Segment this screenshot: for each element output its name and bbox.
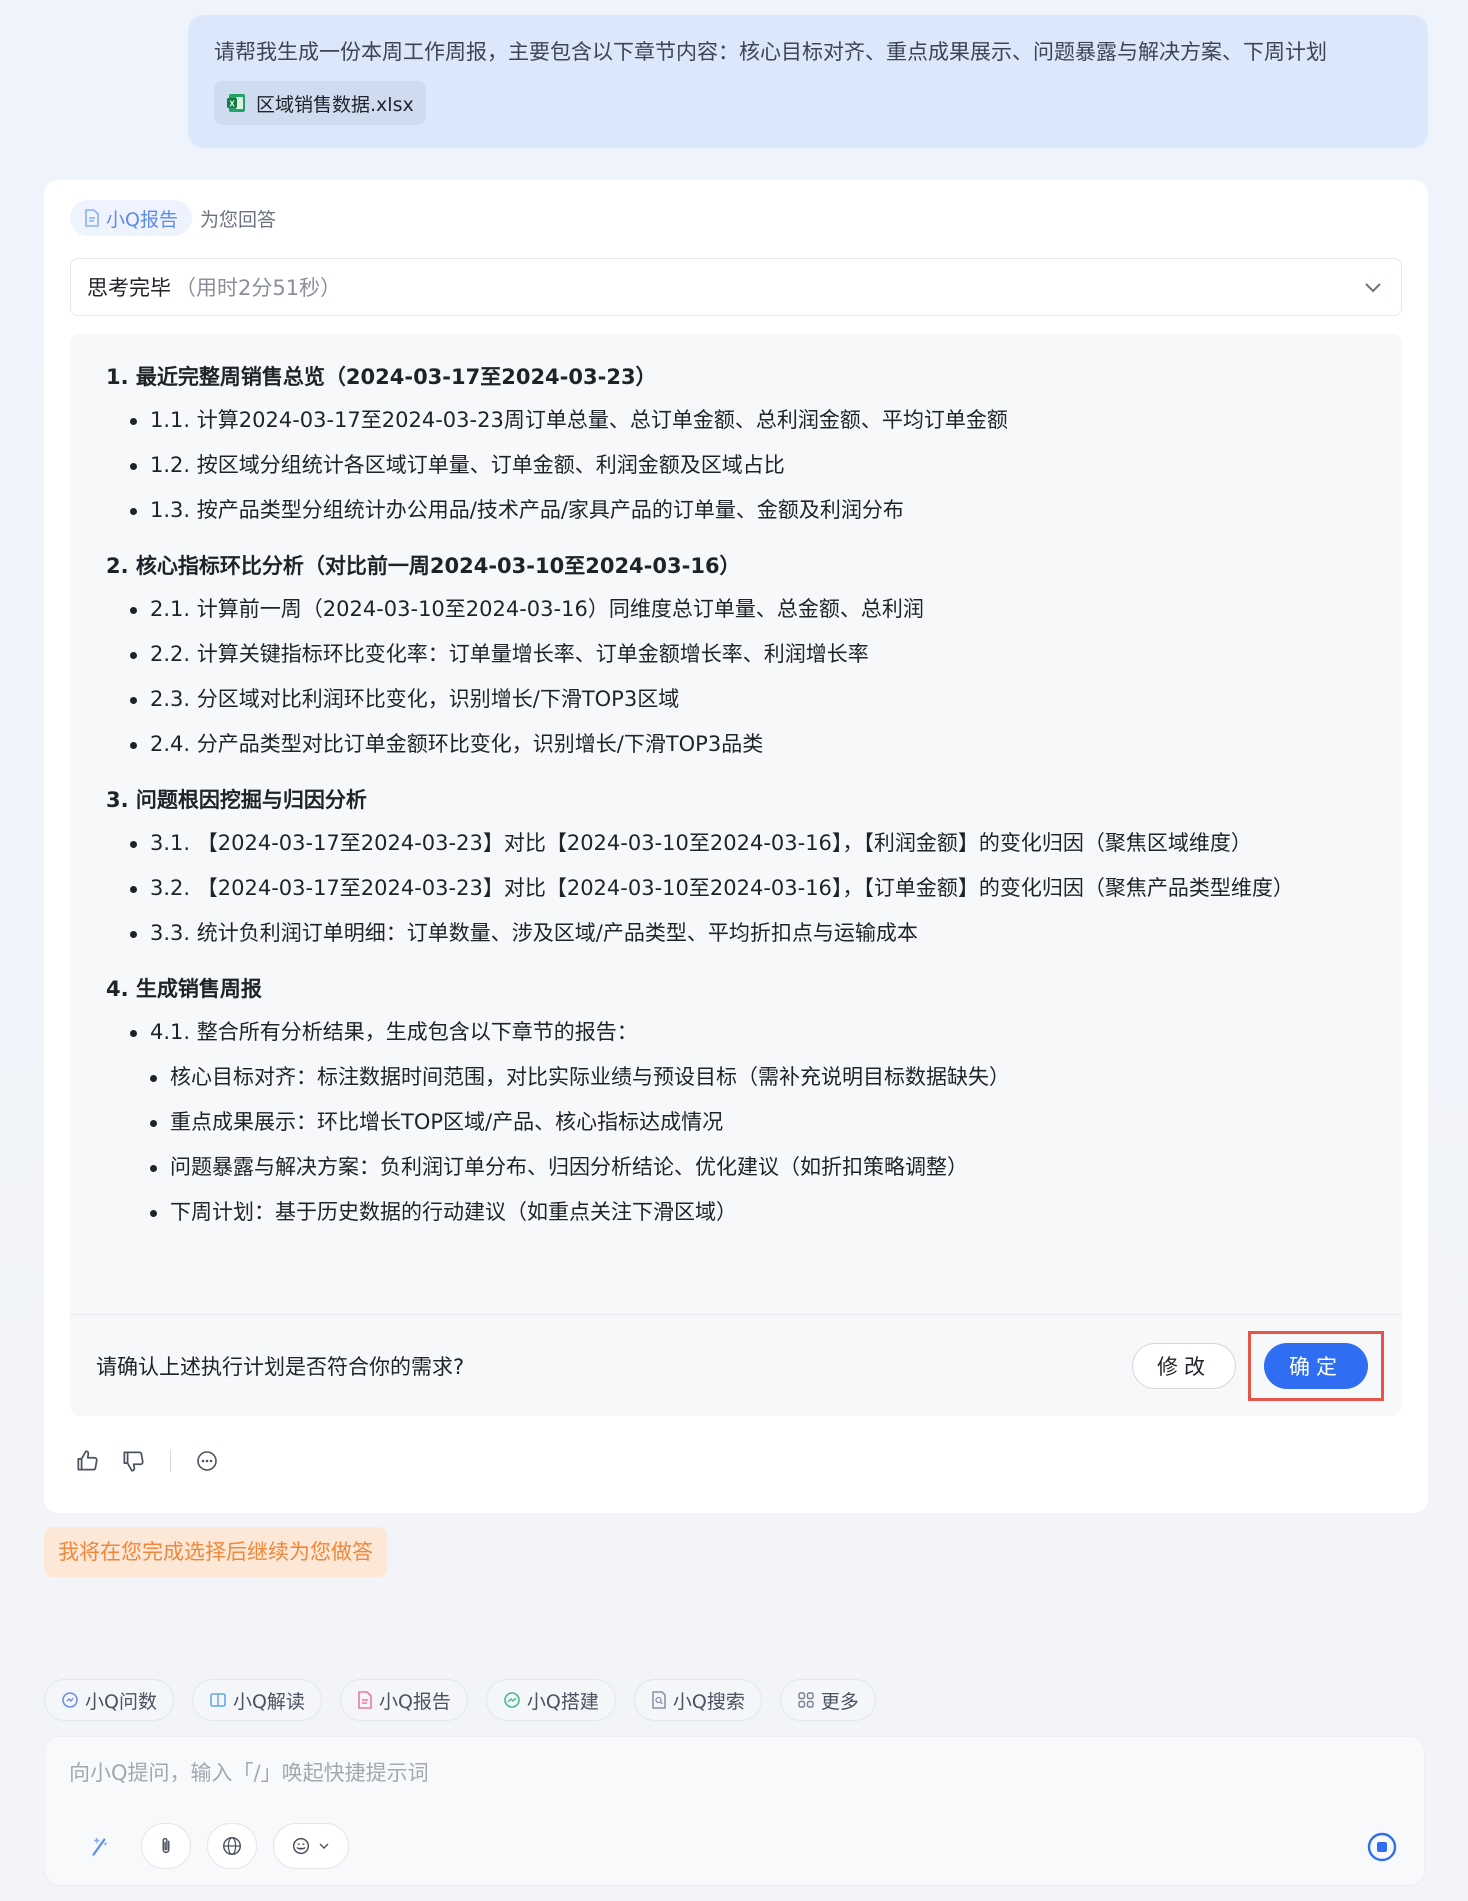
plan-section-title: 3. 问题根因挖掘与归因分析 — [106, 788, 367, 812]
tool-label: 小Q问数 — [85, 1690, 157, 1713]
plan-item: 4.1. 整合所有分析结果，生成包含以下章节的报告： — [106, 1010, 1372, 1055]
execution-plan: 1. 最近完整周销售总览（2024-03-17至2024-03-23） 1.1.… — [70, 334, 1402, 1416]
magic-wand-icon — [87, 1833, 113, 1859]
feedback-row — [74, 1448, 219, 1474]
thumbs-up-icon[interactable] — [74, 1448, 100, 1474]
tool-more[interactable]: 更多 — [779, 1679, 876, 1721]
tool-label: 更多 — [820, 1690, 859, 1713]
plan-section-title: 4. 生成销售周报 — [106, 977, 262, 1001]
thinking-toggle[interactable]: 思考完毕 （用时2分51秒） — [70, 258, 1402, 316]
chat-input-box — [44, 1736, 1425, 1886]
book-icon — [209, 1691, 227, 1709]
confirm-bar: 请确认上述执行计划是否符合你的需求? 修改 确定 — [70, 1314, 1402, 1416]
agent-tool-row: 小Q问数 小Q解读 小Q报告 小Q搭建 小Q搜索 更多 — [44, 1679, 876, 1721]
tool-xiaoq-wenshu[interactable]: 小Q问数 — [44, 1679, 174, 1721]
plan-item: 3.2. 【2024-03-17至2024-03-23】对比【2024-03-1… — [106, 866, 1372, 911]
chat-input[interactable] — [69, 1755, 1369, 1791]
search-doc-icon — [651, 1691, 667, 1709]
plan-item: 3.3. 统计负利润订单明细：订单数量、涉及区域/产品类型、平均折扣点与运输成本 — [106, 911, 1372, 956]
chevron-down-icon — [1361, 275, 1385, 299]
attachment-name: 区域销售数据.xlsx — [256, 93, 414, 116]
more-options-icon[interactable] — [195, 1449, 219, 1473]
plan-section-title: 2. 核心指标环比分析（对比前一周2024-03-10至2024-03-16） — [106, 554, 741, 578]
input-toolbar — [75, 1823, 349, 1869]
paperclip-icon — [155, 1835, 177, 1857]
stop-icon — [1366, 1831, 1398, 1863]
plan-item: 3.1. 【2024-03-17至2024-03-23】对比【2024-03-1… — [106, 821, 1372, 866]
magic-prompt-button[interactable] — [75, 1823, 125, 1869]
plan-section-title: 1. 最近完整周销售总览（2024-03-17至2024-03-23） — [106, 365, 657, 389]
answer-card: 小Q报告 为您回答 思考完毕 （用时2分51秒） 1. 最近完整周销售总览（20… — [44, 180, 1428, 1513]
plan-item: 1.3. 按产品类型分组统计办公用品/技术产品/家具产品的订单量、金额及利润分布 — [106, 488, 1372, 533]
thinking-status: 思考完毕 — [87, 276, 171, 300]
plan-sub-item: 问题暴露与解决方案：负利润订单分布、归因分析结论、优化建议（如折扣策略调整） — [106, 1145, 1372, 1190]
chat-data-icon — [61, 1691, 79, 1709]
user-message-text: 请帮我生成一份本周工作周报，主要包含以下章节内容：核心目标对齐、重点成果展示、问… — [214, 40, 1327, 64]
plan-content: 1. 最近完整周销售总览（2024-03-17至2024-03-23） 1.1.… — [106, 356, 1372, 1235]
attachment-chip[interactable]: X 区域销售数据.xlsx — [214, 81, 426, 125]
model-icon — [290, 1835, 312, 1857]
plan-item: 2.4. 分产品类型对比订单金额环比变化，识别增长/下滑TOP3品类 — [106, 722, 1372, 767]
plan-item: 2.2. 计算关键指标环比变化率：订单量增长率、订单金额增长率、利润增长率 — [106, 632, 1372, 677]
confirm-question: 请确认上述执行计划是否符合你的需求? — [96, 1354, 465, 1379]
tool-xiaoq-sousuo[interactable]: 小Q搜索 — [633, 1679, 762, 1721]
report-icon — [357, 1691, 373, 1709]
tool-label: 小Q解读 — [232, 1690, 305, 1713]
thinking-time: （用时2分51秒） — [175, 276, 342, 300]
answer-header: 小Q报告 为您回答 — [70, 200, 276, 236]
tool-xiaoq-dajian[interactable]: 小Q搭建 — [485, 1679, 616, 1721]
feedback-divider — [170, 1450, 171, 1472]
agent-label: 小Q报告 — [106, 208, 178, 231]
model-select-button[interactable] — [273, 1823, 349, 1869]
agent-chip[interactable]: 小Q报告 — [70, 200, 192, 236]
globe-icon — [221, 1835, 243, 1857]
answer-sub-label: 为您回答 — [199, 208, 276, 231]
plan-sub-item: 重点成果展示：环比增长TOP区域/产品、核心指标达成情况 — [106, 1100, 1372, 1145]
status-message: 我将在您完成选择后继续为您做答 — [44, 1527, 387, 1577]
confirm-button[interactable]: 确定 — [1264, 1342, 1368, 1389]
build-icon — [503, 1691, 521, 1709]
tool-xiaoq-jiedu[interactable]: 小Q解读 — [191, 1679, 322, 1721]
svg-text:X: X — [229, 100, 235, 109]
user-message: 请帮我生成一份本周工作周报，主要包含以下章节内容：核心目标对齐、重点成果展示、问… — [188, 15, 1428, 148]
tool-xiaoq-baogao[interactable]: 小Q报告 — [339, 1679, 468, 1721]
plan-sub-item: 下周计划：基于历史数据的行动建议（如重点关注下滑区域） — [106, 1190, 1372, 1235]
chevron-down-icon — [316, 1838, 332, 1854]
attach-button[interactable] — [141, 1823, 191, 1869]
plan-item: 2.1. 计算前一周（2024-03-10至2024-03-16）同维度总订单量… — [106, 587, 1372, 632]
tool-label: 小Q搜索 — [672, 1690, 745, 1713]
excel-file-icon: X — [226, 92, 248, 114]
plan-sub-item: 核心目标对齐：标注数据时间范围，对比实际业绩与预设目标（需补充说明目标数据缺失） — [106, 1055, 1372, 1100]
grid-icon — [797, 1691, 815, 1709]
web-search-button[interactable] — [207, 1823, 257, 1869]
confirm-highlight-frame: 确定 — [1248, 1330, 1384, 1401]
plan-item: 1.2. 按区域分组统计各区域订单量、订单金额、利润金额及区域占比 — [106, 443, 1372, 488]
thumbs-down-icon[interactable] — [120, 1448, 146, 1474]
report-icon — [84, 209, 100, 227]
stop-button[interactable] — [1366, 1831, 1398, 1863]
modify-button[interactable]: 修改 — [1132, 1342, 1236, 1389]
plan-item: 2.3. 分区域对比利润环比变化，识别增长/下滑TOP3区域 — [106, 677, 1372, 722]
tool-label: 小Q报告 — [378, 1690, 451, 1713]
tool-label: 小Q搭建 — [526, 1690, 599, 1713]
plan-item: 1.1. 计算2024-03-17至2024-03-23周订单总量、总订单金额、… — [106, 398, 1372, 443]
